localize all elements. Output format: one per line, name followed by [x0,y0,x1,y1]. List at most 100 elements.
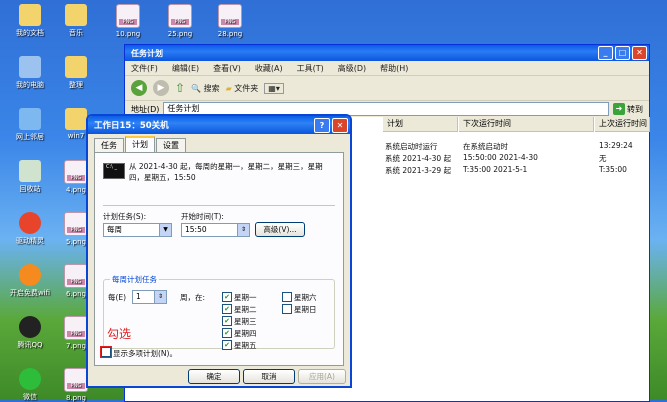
driver-genius-icon [19,212,41,234]
folder-icon [65,56,87,78]
chevron-down-icon: ▼ [159,224,171,236]
qq-icon [19,316,41,338]
png-file-icon [218,4,242,28]
menu-file[interactable]: 文件(F) [131,63,158,74]
address-label: 地址(D) [131,104,160,114]
row-2-last-run: 无 [599,154,607,163]
search-button[interactable]: 🔍 搜索 [191,83,220,94]
go-arrow-icon: ➜ [613,103,625,115]
desktop-icon-28-png[interactable]: 28.png [200,4,260,38]
row-2-next-run: 15:50:00 2021-4-30 [463,153,538,162]
dialog-title: 工作日15：50关机 [94,121,169,131]
dialog-close-button[interactable]: ✕ [332,117,348,133]
png-file-icon [64,212,88,236]
advanced-button[interactable]: 高级(V)... [255,222,305,237]
column-header-last-run[interactable]: 上次运行时间 [595,117,650,132]
up-folder-icon[interactable]: ⇧ [175,81,185,95]
menu-advanced[interactable]: 高级(D) [338,63,366,74]
folder-icon: ▰ [225,83,232,93]
checkbox-show-multiple[interactable] [101,347,111,357]
forward-icon[interactable]: ▶ [153,80,169,96]
row-3-schedule: 系统 2021-3-29 起 [385,166,452,175]
computer-icon [19,56,41,78]
desktop-icon-music[interactable]: 音乐 [46,4,106,38]
back-icon[interactable]: ◀ [131,80,147,96]
explorer-titlebar[interactable]: 任务计划 _ □ ✕ [125,45,649,61]
checkbox-thursday-label: 星期四 [234,329,257,338]
desktop-icon-10-png[interactable]: 10.png [98,4,158,38]
menu-help[interactable]: 帮助(H) [380,63,408,74]
apply-button[interactable]: 应用(A) [298,369,346,384]
png-file-icon [168,4,192,28]
dialog-titlebar[interactable]: 工作日15：50关机 ? ✕ [88,116,350,134]
tab-schedule[interactable]: 计划 [125,136,155,153]
wifi-icon [19,264,41,286]
recycle-bin-icon [19,160,41,182]
column-header-schedule[interactable]: 计划 [383,117,458,132]
ok-button[interactable]: 确定 [188,369,240,384]
row-2-schedule: 系统 2021-4-30 起 [385,154,452,163]
png-file-icon [64,368,88,392]
maximize-button[interactable]: □ [615,46,630,60]
task-properties-dialog: 工作日15：50关机 ? ✕ 任务 计划 设置 C:\ _ 从 2021-4-3… [86,114,352,388]
toolbar: ◀ ▶ ⇧ 🔍 搜索 ▰ 文件夹 ▦▾ [125,76,649,101]
help-button[interactable]: ? [314,117,330,133]
png-file-icon [64,264,88,288]
weekly-group-title: 每周计划任务 [110,274,159,285]
row-1-next-run: 在系统启动时 [463,142,508,151]
desktop-icon-organize[interactable]: 整理 [46,56,106,90]
checkbox-friday[interactable]: ✔ [222,340,232,350]
cancel-button[interactable]: 取消 [243,369,295,384]
checkbox-wednesday[interactable]: ✔ [222,316,232,326]
png-file-icon [64,316,88,340]
row-1-last-run: 13:29:24 [599,141,633,150]
network-icon [19,108,41,130]
annotation-text: 勾选 [107,327,132,341]
schedule-task-select[interactable]: 每周 ▼ [103,223,172,237]
checkbox-friday-label: 星期五 [234,341,257,350]
checkbox-tuesday-label: 星期二 [234,305,257,314]
every-label: 每(E) [108,293,127,302]
every-weeks-input[interactable]: 1 ⇕ [132,290,167,304]
checkbox-saturday[interactable] [282,292,292,302]
folder-icon [19,4,41,26]
checkbox-wednesday-label: 星期三 [234,317,257,326]
views-icon[interactable]: ▦▾ [264,82,284,94]
spinner-icon: ⇕ [237,224,249,236]
show-multiple-label: 显示多项计划(N)。 [113,349,177,358]
png-file-icon [116,4,140,28]
schedule-panel: C:\ _ 从 2021-4-30 起，每周的星期一，星期二，星期三，星期四，星… [94,152,344,366]
weeks-on-label: 周，在: [180,293,206,302]
explorer-title: 任务计划 [131,48,163,58]
spinner-icon: ⇕ [154,291,166,303]
column-header-next-run[interactable]: 下次运行时间 [459,117,594,132]
schedule-task-label: 计划任务(S): [103,212,147,221]
folders-button[interactable]: ▰ 文件夹 [226,83,259,94]
menu-edit[interactable]: 编辑(E) [172,63,199,74]
checkbox-sunday[interactable] [282,304,292,314]
minimize-button[interactable]: _ [598,46,613,60]
menu-favorites[interactable]: 收藏(A) [255,63,283,74]
checkbox-sunday-label: 星期日 [294,305,317,314]
wechat-icon [19,368,41,390]
checkbox-saturday-label: 星期六 [294,293,317,302]
go-button[interactable]: ➜ 转到 [613,103,649,115]
row-1-schedule: 系统启动时运行 [385,142,438,151]
png-file-icon [64,160,88,184]
menu-view[interactable]: 查看(V) [213,63,241,74]
close-button[interactable]: ✕ [632,46,647,60]
checkbox-thursday[interactable]: ✔ [222,328,232,338]
start-time-input[interactable]: 15:50 ⇕ [181,223,250,237]
search-icon: 🔍 [191,83,202,93]
separator [103,205,335,206]
row-3-last-run: T:35:00 [599,165,627,174]
folder-icon [65,108,87,130]
start-time-label: 开始时间(T): [181,212,224,221]
schedule-summary: 从 2021-4-30 起，每周的星期一，星期二，星期三，星期四，星期五，15:… [129,162,323,182]
checkbox-monday[interactable]: ✔ [222,292,232,302]
scheduled-task-icon: C:\ _ [103,163,125,179]
menu-tools[interactable]: 工具(T) [297,63,324,74]
checkbox-tuesday[interactable]: ✔ [222,304,232,314]
weekly-schedule-group: 每周计划任务 每(E) 1 ⇕ 周，在: ✔ 星期一 ✔ 星期二 ✔ 星期三 ✔… [103,274,335,350]
folder-icon [65,4,87,26]
